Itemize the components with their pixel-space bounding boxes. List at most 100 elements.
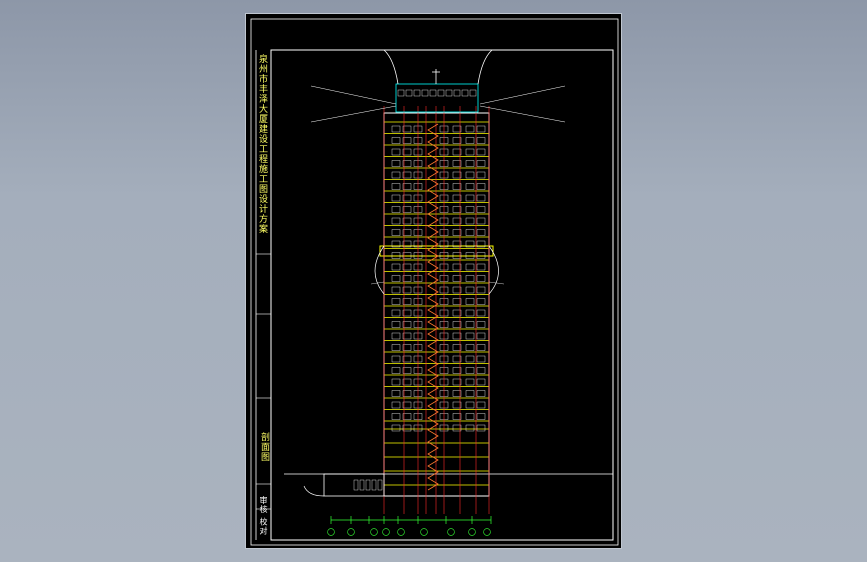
window-mark (465, 206, 475, 213)
window-mark (476, 413, 486, 420)
roof-window-mark (413, 89, 421, 97)
roof-window-mark (397, 89, 405, 97)
section-drawing (250, 18, 619, 546)
axis-bubble (468, 528, 476, 536)
axis-bubble (483, 528, 491, 536)
mid-fin-left (374, 245, 385, 295)
window-mark (465, 125, 475, 133)
window-mark (476, 321, 486, 328)
window-mark (465, 378, 475, 386)
window-mark (465, 332, 475, 340)
window-mark (391, 309, 401, 317)
window-mark (476, 263, 486, 271)
window-mark (465, 390, 475, 397)
window-mark (465, 137, 475, 144)
window-mark (465, 194, 475, 202)
podium-window-mark (371, 479, 377, 491)
leader-line (310, 105, 397, 123)
podium-window-mark (365, 479, 371, 491)
window-mark (465, 286, 475, 294)
window-mark (476, 401, 486, 409)
window-mark (476, 355, 486, 363)
axis-bubble (447, 528, 455, 536)
stair-zigzag (427, 123, 439, 491)
inner-border (270, 49, 614, 541)
drawing-sheet: 泉州市丰泽大厦建设工程施工图设计方案 剖面图 审核 校对 (245, 13, 622, 549)
window-mark (391, 390, 401, 397)
window-mark (465, 401, 475, 409)
window-mark (465, 309, 475, 317)
window-mark (476, 275, 486, 282)
roof-window-mark (421, 89, 429, 97)
window-mark (476, 217, 486, 225)
window-mark (391, 275, 401, 282)
mid-fin-right (488, 245, 499, 295)
window-mark (476, 344, 486, 351)
window-mark (476, 160, 486, 167)
axis-bubble (420, 528, 428, 536)
podium-window-mark (359, 479, 365, 491)
window-mark (391, 344, 401, 351)
window-mark (391, 355, 401, 363)
axis-bubble (382, 528, 390, 536)
roof-window-mark (445, 89, 453, 97)
window-mark (465, 183, 475, 190)
window-mark (465, 413, 475, 420)
leader-line (479, 85, 566, 105)
basement-ramp (303, 485, 325, 497)
window-mark (391, 171, 401, 179)
window-mark (391, 413, 401, 420)
leader-line (310, 85, 397, 105)
window-mark (476, 367, 486, 374)
window-mark (391, 321, 401, 328)
window-mark (465, 171, 475, 179)
window-mark (476, 332, 486, 340)
window-mark (476, 194, 486, 202)
podium-window-mark (377, 479, 383, 491)
window-mark (391, 229, 401, 236)
window-mark (391, 424, 401, 432)
window-mark (391, 367, 401, 374)
window-mark (465, 275, 475, 282)
window-mark (465, 229, 475, 236)
window-mark (391, 137, 401, 144)
roof-window-mark (453, 89, 461, 97)
window-mark (476, 378, 486, 386)
window-mark (476, 206, 486, 213)
window-mark (391, 125, 401, 133)
window-mark (476, 125, 486, 133)
window-mark (476, 286, 486, 294)
window-mark (391, 148, 401, 156)
axis-bubble (347, 528, 355, 536)
window-mark (476, 390, 486, 397)
axis-bubble (397, 528, 405, 536)
leader-line (479, 105, 566, 123)
window-mark (465, 298, 475, 305)
axis-bubble (327, 528, 335, 536)
window-mark (391, 286, 401, 294)
window-mark (465, 424, 475, 432)
podium-window-mark (353, 479, 359, 491)
window-mark (391, 378, 401, 386)
window-mark (476, 424, 486, 432)
window-mark (476, 183, 486, 190)
window-mark (391, 401, 401, 409)
axis-bubble (370, 528, 378, 536)
window-mark (391, 206, 401, 213)
window-mark (465, 263, 475, 271)
window-mark (391, 263, 401, 271)
window-mark (465, 367, 475, 374)
window-mark (465, 217, 475, 225)
window-mark (476, 148, 486, 156)
window-mark (465, 160, 475, 167)
window-mark (465, 355, 475, 363)
roof-window-mark (405, 89, 413, 97)
window-mark (476, 171, 486, 179)
roof-window-mark (461, 89, 469, 97)
window-mark (391, 194, 401, 202)
window-mark (391, 160, 401, 167)
roof-window-mark (437, 89, 445, 97)
roof-machine-room (395, 83, 479, 113)
roof-fin-left (383, 49, 399, 85)
window-mark (465, 344, 475, 351)
